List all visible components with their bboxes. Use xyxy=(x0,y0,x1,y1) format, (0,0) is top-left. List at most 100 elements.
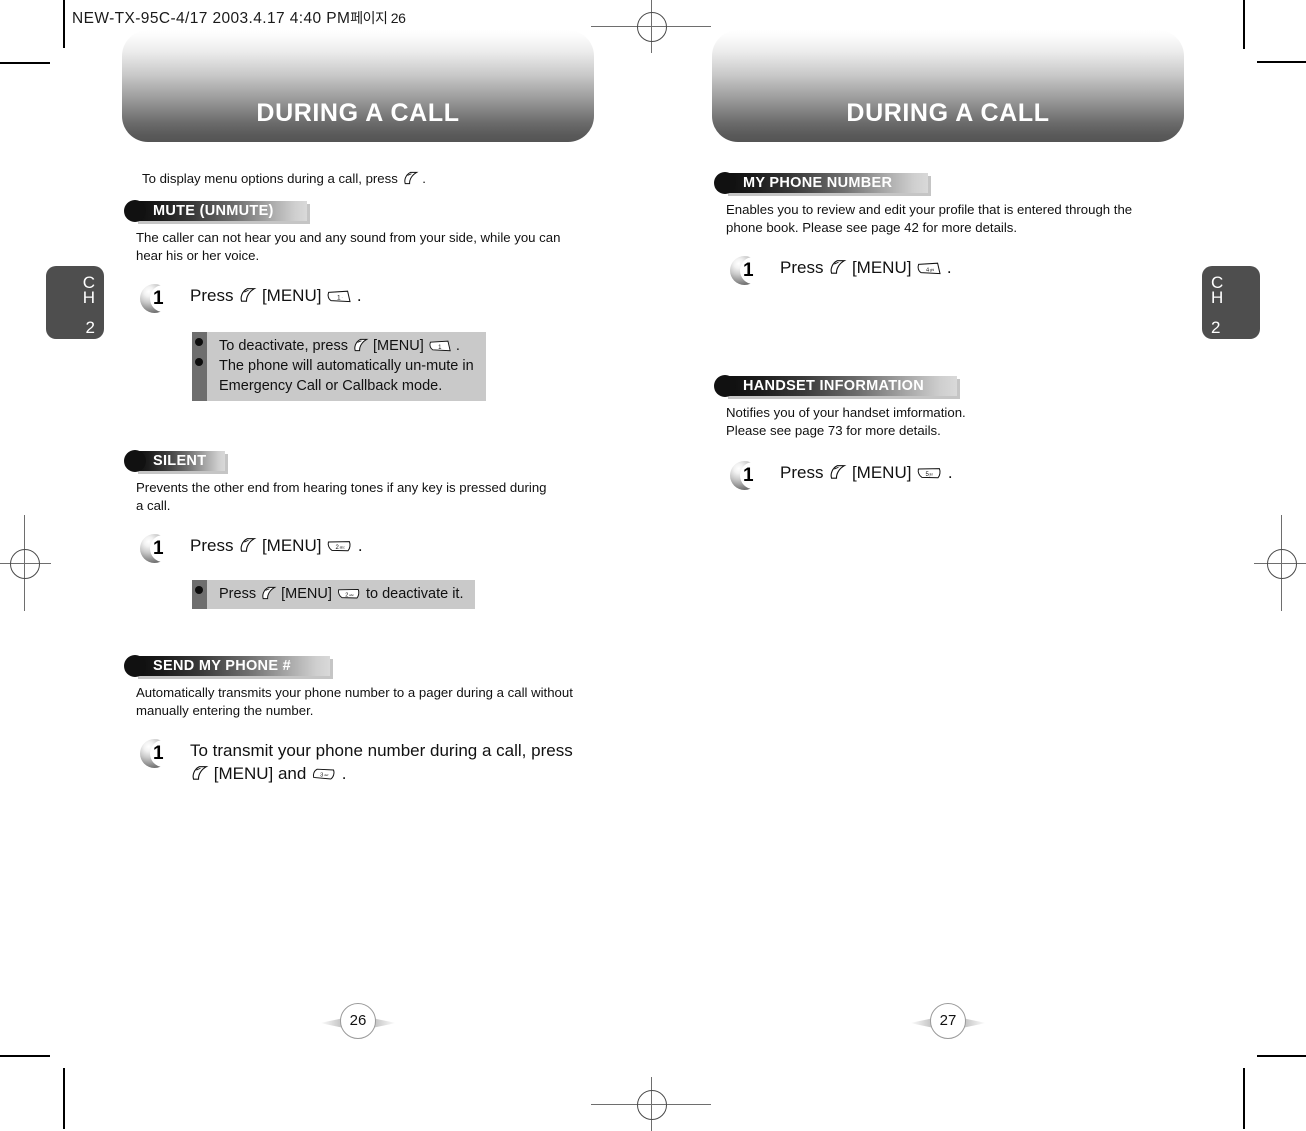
step-text: To transmit your phone number during a c… xyxy=(190,739,588,785)
step-word-menu: [MENU] xyxy=(261,286,322,305)
section-title: HANDSET INFORMATION xyxy=(743,378,925,394)
chapter-tab-left: C H 2 xyxy=(46,266,104,339)
section-title: MY PHONE NUMBER xyxy=(743,175,893,191)
note-box: Press [MENU] 2 abc to deactivate it. xyxy=(192,580,476,609)
page-number-badge-left: 26 xyxy=(320,1003,396,1043)
menu-key-icon xyxy=(190,765,209,782)
note-strip xyxy=(192,580,207,609)
numeric-key-1-icon: 1 xyxy=(428,339,452,353)
note-bullet-icon xyxy=(195,338,203,346)
note-strip xyxy=(192,332,207,401)
section-bullet-icon xyxy=(124,200,146,222)
crop-mark-top-left-horizontal xyxy=(0,62,50,64)
section-header-bar: SILENT xyxy=(135,451,225,471)
section-header: SEND MY PHONE # xyxy=(124,655,594,677)
svg-text:def: def xyxy=(324,773,328,777)
numeric-key-2-icon: 2 abc xyxy=(336,587,362,601)
page-number-right: 27 xyxy=(939,1012,957,1029)
step-item: 1 Press [MENU] 2 abc . xyxy=(140,534,594,568)
step-word-menu: [MENU] xyxy=(851,463,912,482)
section-header: MUTE (UNMUTE) xyxy=(124,200,594,222)
svg-text:4: 4 xyxy=(926,268,929,274)
section-description-line-1: Notifies you of your handset imformation… xyxy=(726,405,966,420)
step-word-press: Press xyxy=(780,463,824,482)
section-mute: MUTE (UNMUTE) The caller can not hear yo… xyxy=(122,200,594,406)
step-period: . xyxy=(947,463,953,482)
note-bullet-icon xyxy=(195,586,203,594)
chapter-tab-right: C H 2 xyxy=(1202,266,1260,339)
section-send-my-phone: SEND MY PHONE # Automatically transmits … xyxy=(122,655,594,785)
step-badge: 1 xyxy=(730,256,766,287)
page-number-badge-right: 27 xyxy=(910,1003,986,1043)
step-number: 1 xyxy=(153,288,164,309)
section-description: Enables you to review and edit your prof… xyxy=(726,202,1133,235)
banner-title: DURING A CALL xyxy=(846,99,1050,127)
note-line-pre: To deactivate, press xyxy=(219,338,348,354)
note-line-post: to deactivate it. xyxy=(365,586,464,602)
step-text: Press [MENU] 4 ghi . xyxy=(780,256,1184,279)
step-item: 1 Press [MENU] 4 ghi . xyxy=(730,256,1184,290)
step-item: 1 Press [MENU] 1 · . xyxy=(140,284,594,318)
step-badge: 1 xyxy=(730,461,766,492)
note-line-mid: [MENU] xyxy=(373,338,424,354)
step-period: . xyxy=(946,258,952,277)
chapter-letter-h: H xyxy=(1211,288,1224,307)
note-text: Press [MENU] 2 abc to deactivate it. xyxy=(207,580,475,609)
section-title: SILENT xyxy=(153,453,207,469)
section-bullet-icon xyxy=(714,375,736,397)
svg-text:1: 1 xyxy=(337,295,341,302)
numeric-key-3-icon: 3 def xyxy=(311,767,337,782)
section-header: MY PHONE NUMBER xyxy=(714,172,1184,194)
numeric-key-2-icon: 2 abc xyxy=(326,539,353,554)
crop-mark-bottom-left-vertical xyxy=(63,1068,65,1129)
step-item: 1 Press [MENU] 5 jkl . xyxy=(730,461,1184,495)
chapter-banner: DURING A CALL xyxy=(712,30,1184,142)
note-line-post: . xyxy=(455,338,460,354)
section-handset-information: HANDSET INFORMATION Notifies you of your… xyxy=(712,375,1184,495)
step-word-press: Press xyxy=(190,536,234,555)
svg-text:ghi: ghi xyxy=(930,268,935,272)
note-text: To deactivate, press [MENU] 1 . The phon… xyxy=(207,332,486,401)
crop-mark-bottom-left-horizontal xyxy=(0,1055,50,1057)
svg-text:·: · xyxy=(342,296,343,300)
step-period: . xyxy=(341,764,347,783)
step-number: 1 xyxy=(743,465,754,486)
section-header: SILENT xyxy=(124,450,594,472)
note-line: Press [MENU] 2 abc to deactivate it. xyxy=(219,584,463,604)
intro-period: . xyxy=(422,171,426,186)
step-text: Press [MENU] 1 · . xyxy=(190,284,594,307)
step-word-press: Press xyxy=(190,286,234,305)
section-bullet-icon xyxy=(714,172,736,194)
step-number: 1 xyxy=(743,260,754,281)
crop-mark-bottom-right-vertical xyxy=(1243,1068,1245,1129)
numeric-key-4-icon: 4 ghi xyxy=(916,261,942,276)
step-number: 1 xyxy=(153,743,164,764)
intro-line: To display menu options during a call, p… xyxy=(142,170,426,188)
section-bullet-icon xyxy=(124,655,146,677)
page-left: DURING A CALL To display menu options du… xyxy=(122,0,594,1129)
page-number-left: 26 xyxy=(349,1012,367,1029)
section-bullet-icon xyxy=(124,450,146,472)
step-text: Press [MENU] 5 jkl . xyxy=(780,461,1184,484)
step-text: Press [MENU] 2 abc . xyxy=(190,534,594,557)
step-word-menu: [MENU] xyxy=(261,536,322,555)
step-number: 1 xyxy=(153,538,164,559)
step-item: 1 To transmit your phone number during a… xyxy=(140,739,594,785)
step-period: . xyxy=(357,536,363,555)
svg-text:3: 3 xyxy=(320,773,323,779)
section-my-phone-number: MY PHONE NUMBER Enables you to review an… xyxy=(712,172,1184,290)
step-word-menu: [MENU] xyxy=(851,258,912,277)
banner-title: DURING A CALL xyxy=(256,99,460,127)
section-header-bar: HANDSET INFORMATION xyxy=(725,376,957,396)
svg-text:abc: abc xyxy=(340,545,346,549)
section-header-bar: MY PHONE NUMBER xyxy=(725,173,928,193)
svg-text:jkl: jkl xyxy=(929,472,933,476)
note-line: The phone will automatically un-mute in xyxy=(219,358,474,374)
section-description: Notifies you of your handset imformation… xyxy=(726,404,1166,439)
menu-key-icon xyxy=(238,287,257,304)
crop-mark-top-right-vertical xyxy=(1243,0,1245,49)
svg-text:2: 2 xyxy=(345,592,348,598)
menu-key-icon xyxy=(260,586,277,601)
note-line-pre: Press xyxy=(219,586,257,602)
section-silent: SILENT Prevents the other end from heari… xyxy=(122,450,594,614)
